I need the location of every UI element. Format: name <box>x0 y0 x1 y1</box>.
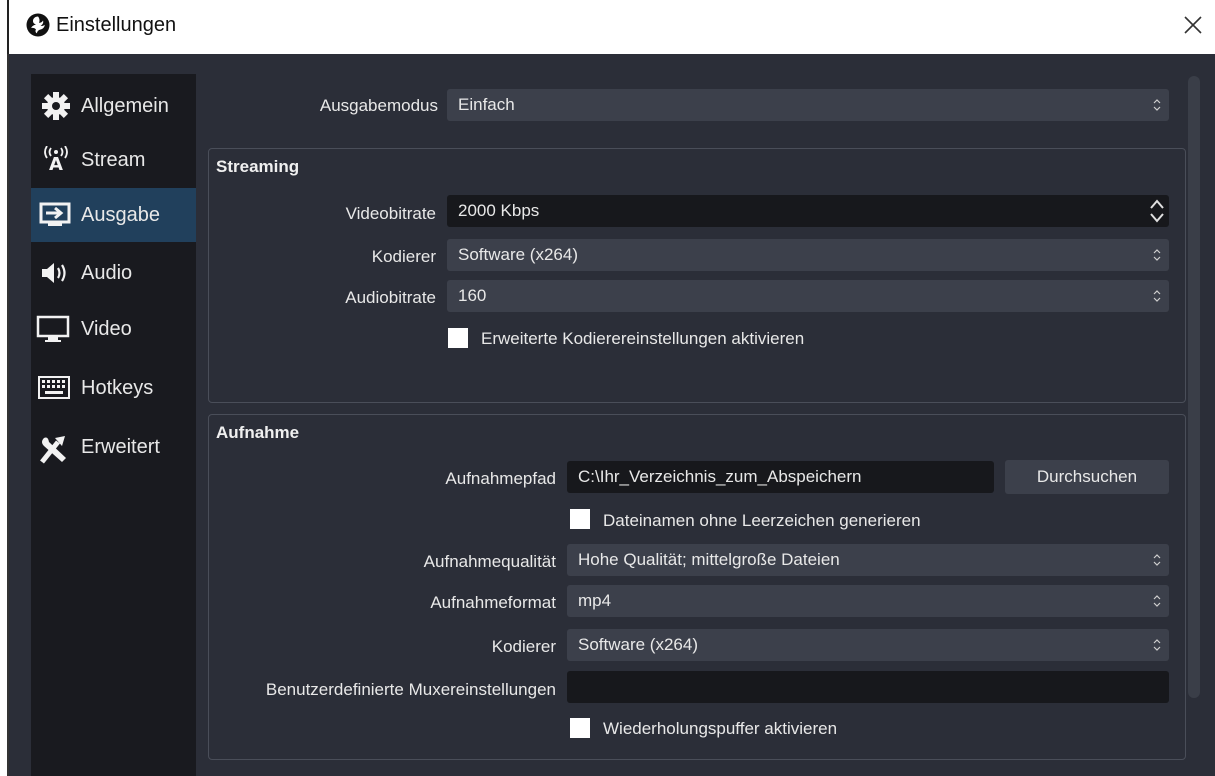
recording-format-value: mp4 <box>578 591 612 610</box>
stream-encoder-label: Kodierer <box>371 247 436 266</box>
recording-path-label: Aufnahmepfad <box>445 469 556 488</box>
vertical-scrollbar[interactable] <box>1188 76 1200 698</box>
stream-encoder-select[interactable]: Software (x264) <box>447 239 1169 271</box>
video-bitrate-label: Videobitrate <box>345 204 436 223</box>
replay-buffer-checkbox-label[interactable]: Wiederholungspuffer aktivieren <box>603 719 837 739</box>
sidebar-item-audio[interactable]: Audio <box>31 246 196 300</box>
audio-bitrate-value: 160 <box>458 286 487 305</box>
video-bitrate-value: 2000 Kbps <box>458 201 540 220</box>
output-mode-label: Ausgabemodus <box>319 96 438 115</box>
tools-icon <box>40 436 66 464</box>
updown-arrows-icon <box>1153 554 1161 566</box>
updown-arrows-icon <box>1153 639 1161 651</box>
recording-encoder-value: Software (x264) <box>578 635 698 654</box>
recording-encoder-label: Kodierer <box>491 637 556 656</box>
video-bitrate-spinbox[interactable]: 2000 Kbps <box>447 195 1169 227</box>
keyboard-icon <box>38 376 70 399</box>
sidebar-item-label: Audio <box>81 262 133 284</box>
recording-path-field[interactable]: C:\Ihr_Verzeichnis_zum_Abspeichern <box>567 461 994 493</box>
audio-bitrate-label: Audiobitrate <box>345 288 436 307</box>
sidebar-item-label: Stream <box>81 149 146 171</box>
sidebar-item-label: Ausgabe <box>81 204 160 226</box>
spin-arrows-icon[interactable] <box>1149 197 1165 225</box>
no-spaces-checkbox[interactable] <box>570 509 590 529</box>
sidebar-item-label: Hotkeys <box>81 377 154 399</box>
recording-format-label: Aufnahmeformat <box>430 593 556 612</box>
stream-encoder-value: Software (x264) <box>458 245 578 264</box>
window-left-edge <box>0 54 9 776</box>
custom-muxer-label: Benutzerdefinierte Muxereinstellungen <box>265 680 556 699</box>
sidebar-item-erweitert[interactable]: Erweitert <box>31 420 196 474</box>
streaming-group <box>208 148 1186 403</box>
streaming-group-title: Streaming <box>216 157 300 176</box>
recording-quality-select[interactable]: Hohe Qualität; mittelgroße Dateien <box>567 544 1169 576</box>
title-bar: Einstellungen <box>0 0 1215 54</box>
advanced-encoder-checkbox-label[interactable]: Erweiterte Kodierereinstellungen aktivie… <box>481 329 804 349</box>
close-icon[interactable] <box>1180 12 1206 38</box>
browse-button[interactable]: Durchsuchen <box>1005 460 1169 494</box>
custom-muxer-field[interactable] <box>567 671 1169 703</box>
recording-format-select[interactable]: mp4 <box>567 585 1169 617</box>
settings-sidebar: Allgemein A Stream Ausgabe Audio Video H… <box>31 74 196 776</box>
updown-arrows-icon <box>1153 595 1161 607</box>
sidebar-item-allgemein[interactable]: Allgemein <box>31 79 196 133</box>
svg-text:A: A <box>49 154 63 174</box>
updown-arrows-icon <box>1153 290 1161 302</box>
sidebar-item-label: Video <box>81 318 132 340</box>
broadcast-antenna-icon: A <box>44 146 68 174</box>
obs-logo-icon <box>26 13 50 37</box>
gear-icon <box>42 92 70 120</box>
audio-bitrate-select[interactable]: 160 <box>447 280 1169 312</box>
sidebar-item-video[interactable]: Video <box>31 302 196 356</box>
sidebar-item-label: Erweitert <box>81 436 160 458</box>
window-edge <box>7 0 9 54</box>
output-mode-select[interactable]: Einfach <box>447 89 1169 121</box>
recording-group-title: Aufnahme <box>216 423 300 442</box>
updown-arrows-icon <box>1153 249 1161 261</box>
sidebar-item-label: Allgemein <box>81 95 169 117</box>
speaker-icon <box>42 263 66 283</box>
replay-buffer-checkbox[interactable] <box>570 718 590 738</box>
recording-path-value: C:\Ihr_Verzeichnis_zum_Abspeichern <box>578 467 862 486</box>
sidebar-item-stream[interactable]: A Stream <box>31 133 196 187</box>
sidebar-item-hotkeys[interactable]: Hotkeys <box>31 361 196 415</box>
output-mode-value: Einfach <box>458 95 515 114</box>
output-monitor-icon <box>39 202 71 226</box>
updown-arrows-icon <box>1153 99 1161 111</box>
sidebar-item-ausgabe[interactable]: Ausgabe <box>31 188 196 242</box>
advanced-encoder-checkbox[interactable] <box>448 328 468 348</box>
recording-encoder-select[interactable]: Software (x264) <box>567 629 1169 661</box>
monitor-icon <box>36 315 70 342</box>
recording-quality-value: Hohe Qualität; mittelgroße Dateien <box>578 550 840 569</box>
recording-quality-label: Aufnahmequalität <box>423 552 556 571</box>
window-title: Einstellungen <box>56 14 177 36</box>
no-spaces-checkbox-label[interactable]: Dateinamen ohne Leerzeichen generieren <box>603 511 921 531</box>
